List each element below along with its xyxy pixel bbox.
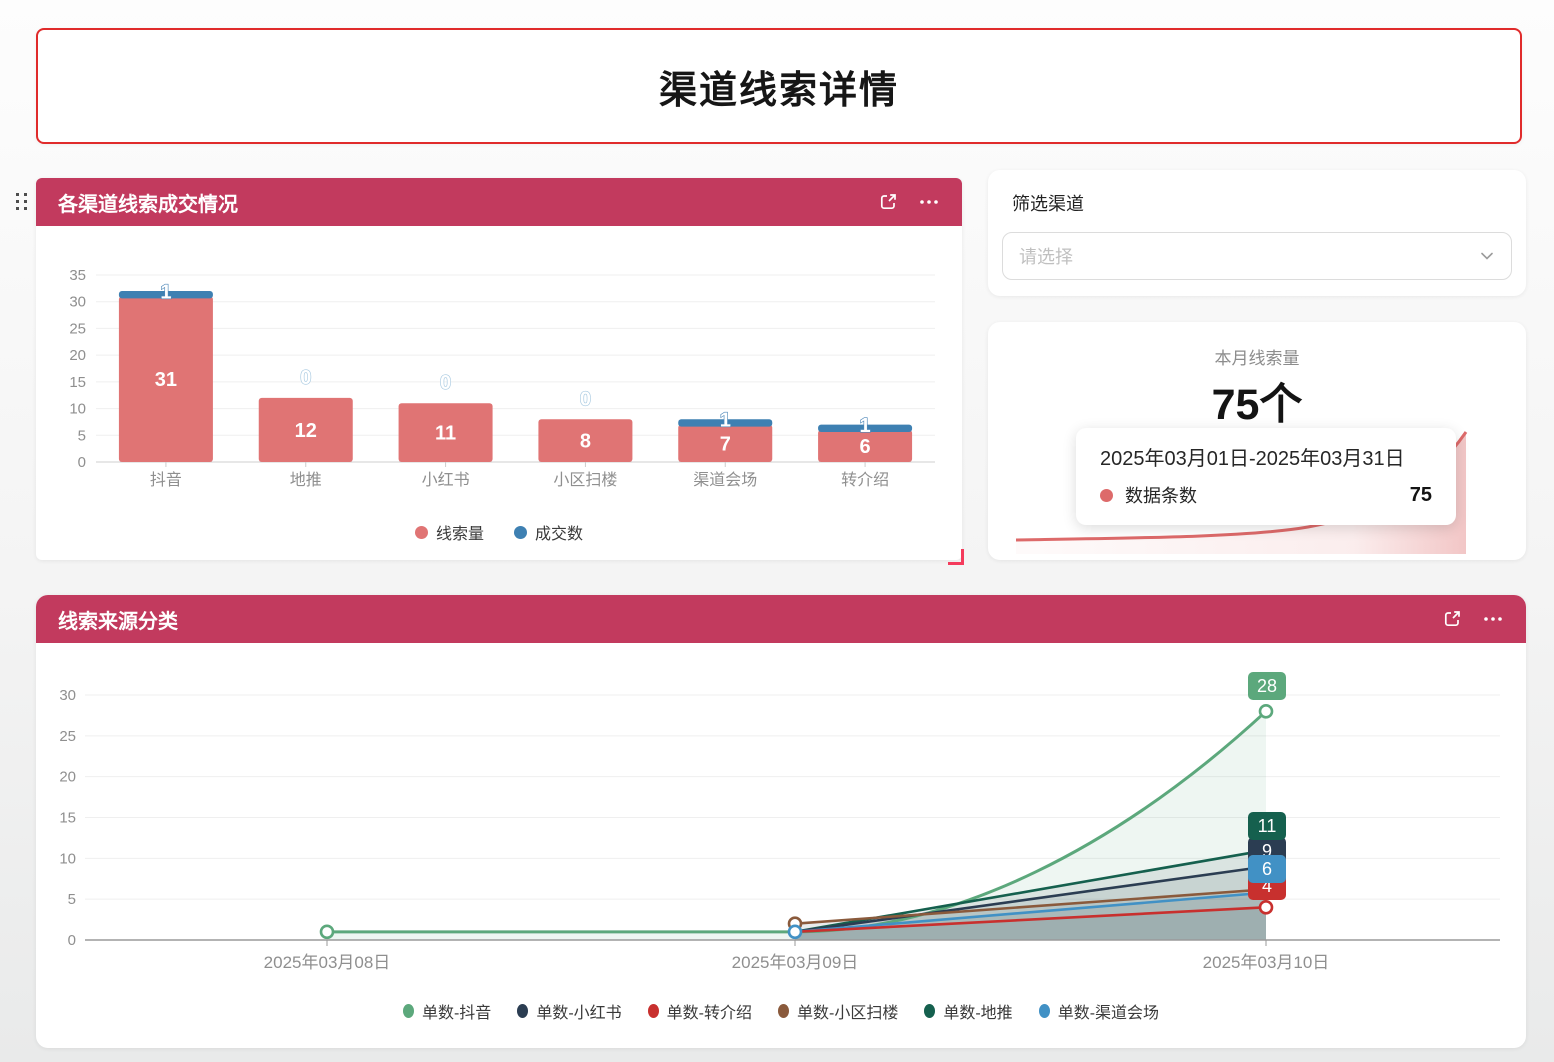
legend-item[interactable]: 单数-转介绍: [648, 999, 752, 1023]
legend-dot: [415, 526, 428, 539]
monthly-leads-value: 75个: [988, 370, 1526, 432]
svg-text:转介绍: 转介绍: [841, 471, 889, 489]
svg-text:抖音: 抖音: [150, 471, 182, 489]
legend-dot: [778, 1004, 789, 1018]
svg-text:20: 20: [59, 769, 76, 786]
svg-text:30: 30: [59, 687, 76, 704]
svg-text:2025年03月10日: 2025年03月10日: [1203, 953, 1330, 972]
legend-item[interactable]: 成交数: [514, 520, 583, 544]
line-chart-canvas: 051015202530946116282025年03月08日2025年03月0…: [36, 655, 1526, 990]
svg-text:25: 25: [69, 320, 86, 337]
open-in-new-icon[interactable]: [1442, 609, 1462, 629]
svg-text:小红书: 小红书: [422, 471, 470, 489]
monthly-leads-card: 本月线索量 75个 2025年03月01日-2025年03月31日 数据条数 7…: [988, 322, 1526, 560]
more-icon[interactable]: [1482, 609, 1504, 629]
line-chart-legend: 单数-抖音 单数-小红书 单数-转介绍 单数-小区扫楼 单数-地推 单数-渠道会场: [36, 999, 1526, 1023]
bar-card-header: 各渠道线索成交情况: [36, 178, 962, 226]
svg-text:35: 35: [69, 267, 86, 284]
legend-item[interactable]: 线索量: [415, 520, 484, 544]
legend-item[interactable]: 单数-地推: [924, 999, 1012, 1023]
tooltip-date-range: 2025年03月01日-2025年03月31日: [1100, 442, 1405, 471]
svg-text:2025年03月09日: 2025年03月09日: [732, 953, 859, 972]
svg-text:11: 11: [1258, 816, 1277, 836]
svg-text:28: 28: [1257, 676, 1277, 696]
line-card-title: 线索来源分类: [58, 605, 1442, 634]
svg-text:0: 0: [68, 932, 76, 949]
resize-corner-icon[interactable]: [948, 549, 964, 565]
legend-dot: [648, 1004, 659, 1018]
more-icon[interactable]: [918, 192, 940, 212]
select-placeholder: 请选择: [1019, 243, 1479, 269]
legend-item[interactable]: 单数-抖音: [403, 999, 491, 1023]
svg-text:0: 0: [440, 372, 451, 394]
legend-label: 单数-转介绍: [667, 999, 752, 1023]
page-title-banner: 渠道线索详情: [36, 28, 1522, 144]
svg-text:20: 20: [69, 347, 86, 364]
line-card-header: 线索来源分类: [36, 595, 1526, 643]
svg-text:2025年03月08日: 2025年03月08日: [264, 953, 391, 972]
svg-text:25: 25: [59, 728, 76, 745]
legend-dot: [517, 1004, 528, 1018]
legend-label: 单数-渠道会场: [1058, 999, 1159, 1023]
svg-text:6: 6: [860, 436, 871, 458]
filter-card: 筛选渠道 请选择: [988, 170, 1526, 296]
bar-card-title: 各渠道线索成交情况: [58, 188, 878, 217]
legend-dot: [924, 1004, 935, 1018]
line-chart-card: 线索来源分类 051015202530946116282025年03月08日20…: [36, 595, 1526, 1048]
svg-text:地推: 地推: [290, 471, 322, 489]
legend-item[interactable]: 单数-渠道会场: [1039, 999, 1159, 1023]
tooltip-series-dot: [1100, 489, 1113, 502]
tooltip-series-value: 75: [1410, 484, 1432, 507]
channel-filter-select[interactable]: 请选择: [1002, 232, 1512, 280]
svg-text:15: 15: [59, 810, 76, 827]
svg-text:1: 1: [720, 410, 731, 432]
svg-text:渠道会场: 渠道会场: [693, 471, 757, 489]
svg-text:30: 30: [69, 294, 86, 311]
open-in-new-icon[interactable]: [878, 192, 898, 212]
svg-text:5: 5: [68, 891, 76, 908]
legend-dot: [403, 1004, 414, 1018]
svg-text:12: 12: [295, 420, 317, 442]
legend-label: 单数-地推: [943, 999, 1012, 1023]
svg-text:5: 5: [78, 427, 86, 444]
legend-label: 线索量: [436, 520, 484, 544]
legend-item[interactable]: 单数-小红书: [517, 999, 621, 1023]
legend-label: 成交数: [535, 520, 583, 544]
svg-text:小区扫楼: 小区扫楼: [553, 471, 617, 489]
svg-text:10: 10: [59, 850, 76, 867]
tooltip-series-name: 数据条数: [1125, 482, 1398, 508]
legend-label: 单数-小红书: [536, 999, 621, 1023]
filter-label: 筛选渠道: [1012, 190, 1084, 216]
legend-item[interactable]: 单数-小区扫楼: [778, 999, 898, 1023]
svg-text:1: 1: [160, 281, 171, 303]
chevron-down-icon: [1479, 248, 1495, 264]
monthly-tooltip: 2025年03月01日-2025年03月31日 数据条数 75: [1076, 428, 1456, 525]
svg-text:0: 0: [78, 454, 86, 471]
svg-text:31: 31: [155, 369, 177, 391]
svg-text:6: 6: [1262, 859, 1272, 879]
bar-chart-legend: 线索量 成交数: [36, 520, 962, 544]
legend-label: 单数-小区扫楼: [797, 999, 898, 1023]
page-title: 渠道线索详情: [659, 59, 899, 114]
legend-label: 单数-抖音: [422, 999, 491, 1023]
svg-text:8: 8: [580, 431, 591, 453]
svg-text:7: 7: [720, 433, 731, 455]
svg-text:15: 15: [69, 374, 86, 391]
monthly-leads-label: 本月线索量: [988, 344, 1526, 369]
drag-handle-icon[interactable]: [16, 193, 28, 212]
legend-dot: [1039, 1004, 1050, 1018]
svg-text:0: 0: [580, 388, 591, 410]
svg-text:1: 1: [860, 415, 871, 437]
svg-text:11: 11: [435, 423, 456, 445]
bar-chart-canvas: 05101520253035311抖音120地推110小红书80小区扫楼71渠道…: [38, 256, 960, 506]
svg-text:0: 0: [300, 367, 311, 389]
legend-dot: [514, 526, 527, 539]
svg-text:10: 10: [69, 401, 86, 418]
bar-chart-card: 各渠道线索成交情况 05101520253035311抖音120地推110小红书…: [36, 178, 962, 560]
